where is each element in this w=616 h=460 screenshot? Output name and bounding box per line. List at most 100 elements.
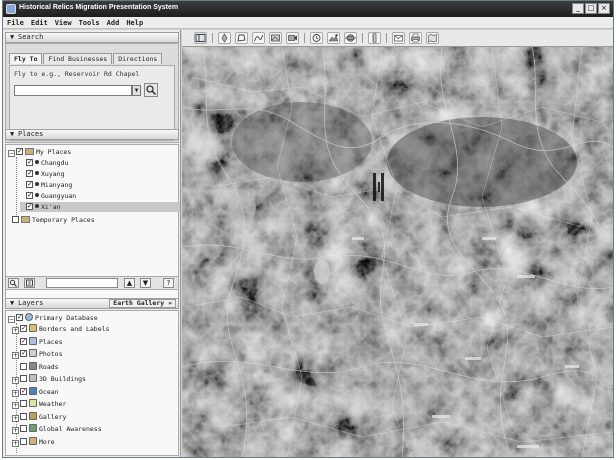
collapse-toggle-icon[interactable]: − xyxy=(8,316,15,323)
collapse-arrow-icon[interactable]: ▼ xyxy=(10,33,18,42)
menu-edit[interactable]: Edit xyxy=(31,17,48,28)
tab-fly-to[interactable]: Fly To xyxy=(9,53,43,64)
search-input[interactable] xyxy=(14,85,132,96)
place-item[interactable]: Changdu xyxy=(26,157,68,168)
place-checkbox[interactable] xyxy=(26,190,33,200)
sun-button[interactable] xyxy=(327,32,340,44)
search-icon xyxy=(146,85,157,96)
expand-toggle-icon[interactable]: + xyxy=(12,414,19,422)
view-in-maps-button[interactable] xyxy=(426,32,439,44)
satellite-terrain-map[interactable] xyxy=(182,47,613,458)
polygon-icon xyxy=(237,34,246,42)
title-bar[interactable]: Historical Relics Migration Presentation… xyxy=(3,1,613,17)
expand-toggle-icon[interactable]: + xyxy=(12,402,19,409)
layer-item[interactable]: + Global Awareness xyxy=(12,424,102,434)
menu-add[interactable]: Add xyxy=(107,17,120,28)
sidebar-toggle-button[interactable] xyxy=(194,32,207,44)
add-polygon-button[interactable] xyxy=(235,32,248,44)
layer-checkbox[interactable] xyxy=(20,425,27,432)
layer-item[interactable]: + More xyxy=(12,436,55,447)
expand-toggle-icon[interactable]: + xyxy=(12,352,19,359)
search-places-button[interactable] xyxy=(8,278,19,288)
layer-item[interactable]: + Gallery xyxy=(12,411,66,422)
print-button[interactable] xyxy=(409,32,422,44)
add-placemark-button[interactable] xyxy=(218,32,231,44)
my-places-checkbox[interactable] xyxy=(16,146,23,156)
layers-panel-header[interactable]: ▼ Layers Earth Gallery » xyxy=(5,298,179,309)
ruler-button[interactable] xyxy=(368,32,381,44)
add-path-button[interactable] xyxy=(252,32,265,44)
layer-item[interactable]: + Ocean xyxy=(12,386,59,397)
layer-checkbox[interactable] xyxy=(20,437,27,445)
dark-region xyxy=(387,117,577,207)
tree-item-primary-database[interactable]: − Primary Database xyxy=(8,312,98,323)
menu-view[interactable]: View xyxy=(55,17,72,28)
layer-checkbox[interactable] xyxy=(20,336,27,346)
layer-item[interactable]: +Places xyxy=(12,336,62,347)
layer-checkbox[interactable] xyxy=(20,375,27,382)
place-item[interactable]: Mianyang xyxy=(26,179,72,190)
move-down-button[interactable]: ▼ xyxy=(140,278,151,288)
layer-item[interactable]: + Photos xyxy=(12,348,62,359)
layer-item[interactable]: +3D Buildings xyxy=(12,374,86,384)
expand-toggle-icon[interactable]: + xyxy=(12,389,19,397)
place-item[interactable]: Xuyang xyxy=(26,168,64,179)
collapse-arrow-icon[interactable]: ▼ xyxy=(10,299,18,308)
search-panel-header[interactable]: ▼ Search xyxy=(5,32,179,43)
expand-toggle-icon[interactable]: + xyxy=(12,439,19,447)
place-checkbox[interactable] xyxy=(26,179,33,189)
historical-imagery-button[interactable] xyxy=(310,32,323,44)
places-toolbar: ▲ ▼ ? xyxy=(5,276,179,290)
layer-item[interactable]: +Roads xyxy=(12,361,59,372)
layer-checkbox[interactable] xyxy=(20,323,27,333)
tree-item-temporary-places[interactable]: Temporary Places xyxy=(12,215,95,225)
print-icon xyxy=(411,33,420,43)
close-button[interactable]: × xyxy=(598,3,610,14)
map-view[interactable] xyxy=(182,47,613,458)
expand-toggle-icon[interactable]: + xyxy=(12,327,19,334)
search-button[interactable] xyxy=(144,83,158,97)
tab-directions[interactable]: Directions xyxy=(113,53,163,64)
tree-connector xyxy=(16,157,17,217)
expand-toggle-icon[interactable]: + xyxy=(12,427,19,434)
expand-toggle-icon[interactable]: + xyxy=(12,377,19,384)
add-image-overlay-button[interactable] xyxy=(269,32,282,44)
maximize-button[interactable]: □ xyxy=(585,3,597,14)
layer-item[interactable]: + Borders and Labels xyxy=(12,323,109,334)
menu-help[interactable]: Help xyxy=(126,17,143,28)
list-view-button[interactable] xyxy=(24,278,35,288)
tab-find-businesses[interactable]: Find Businesses xyxy=(43,53,113,64)
database-icon xyxy=(25,313,33,321)
layer-checkbox[interactable] xyxy=(20,412,27,420)
layer-checkbox[interactable] xyxy=(20,362,27,370)
layer-checkbox[interactable] xyxy=(20,386,27,396)
layer-item[interactable]: + Weather xyxy=(12,399,66,409)
place-checkbox[interactable] xyxy=(26,157,33,167)
search-history-dropdown[interactable]: ▼ xyxy=(132,85,141,96)
place-item-selected[interactable]: Xi'an xyxy=(20,201,180,212)
email-button[interactable] xyxy=(392,32,405,44)
menu-tools[interactable]: Tools xyxy=(79,17,100,28)
temporary-places-checkbox[interactable] xyxy=(12,216,19,223)
layer-checkbox[interactable] xyxy=(20,400,27,407)
place-item[interactable]: Guangyuan xyxy=(26,190,76,201)
search-icon xyxy=(9,279,17,287)
window-controls: _ □ × xyxy=(572,3,610,14)
collapse-toggle-icon[interactable]: − xyxy=(8,150,15,157)
primary-database-checkbox[interactable] xyxy=(16,312,23,322)
tree-item-my-places[interactable]: − My Places xyxy=(8,146,71,157)
collapse-arrow-icon[interactable]: ▼ xyxy=(10,130,18,139)
menu-file[interactable]: File xyxy=(7,17,24,28)
help-button[interactable]: ? xyxy=(163,278,174,288)
places-panel-header[interactable]: ▼ Places xyxy=(5,129,179,140)
place-checkbox[interactable] xyxy=(26,168,33,178)
globe-icon xyxy=(29,424,37,432)
record-tour-button[interactable] xyxy=(286,32,299,44)
place-checkbox[interactable] xyxy=(26,201,33,211)
planets-button[interactable] xyxy=(344,32,357,44)
move-up-button[interactable]: ▲ xyxy=(124,278,135,288)
places-filter-input[interactable] xyxy=(46,278,118,288)
earth-gallery-button[interactable]: Earth Gallery » xyxy=(109,299,176,308)
minimize-button[interactable]: _ xyxy=(572,3,584,14)
layer-checkbox[interactable] xyxy=(20,348,27,358)
